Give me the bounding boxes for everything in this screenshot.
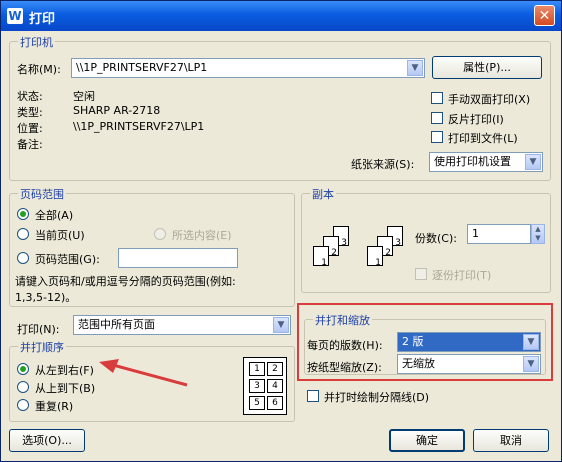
copies-spinner[interactable]: ▲ ▼ — [531, 224, 545, 244]
chevron-down-icon[interactable]: ▼ — [523, 334, 539, 350]
chevron-down-icon[interactable]: ▼ — [525, 154, 541, 170]
pages-per-sheet-select[interactable]: 2 版 ▼ — [397, 332, 541, 352]
order-repeat-label[interactable]: 重复(R) — [35, 398, 73, 414]
order-preview-cell: 4 — [267, 379, 283, 393]
pages-per-sheet-value: 2 版 — [402, 335, 424, 348]
annotation-arrow-shaft — [112, 363, 188, 387]
order-preview-cell: 6 — [267, 396, 283, 410]
type-value: SHARP AR-2718 — [73, 104, 161, 117]
scale-to-paper-label: 按纸型缩放(Z): — [307, 361, 382, 374]
comment-label: 备注: — [17, 138, 43, 151]
order-preview-cell: 2 — [267, 362, 283, 376]
manual-duplex-label[interactable]: 手动双面打印(X) — [448, 91, 530, 107]
print-order-group-label: 并打顺序 — [18, 339, 66, 355]
paper-source-select[interactable]: 使用打印机设置 ▼ — [429, 152, 543, 172]
print-what-value: 范围中所有页面 — [78, 318, 155, 331]
scale-to-paper-select[interactable]: 无缩放 ▼ — [397, 354, 541, 374]
location-label: 位置: — [17, 122, 43, 135]
properties-button[interactable]: 属性(P)... — [432, 56, 542, 79]
collate-page: 1 — [367, 246, 383, 268]
order-preview-cell: 1 — [249, 362, 265, 376]
page-range-hint-line2: 1,3,5-12)。 — [15, 291, 77, 304]
range-pages-radio[interactable] — [17, 252, 29, 264]
order-top-to-bottom-radio[interactable] — [17, 381, 29, 393]
type-label: 类型: — [17, 106, 43, 119]
scale-to-paper-value: 无缩放 — [402, 357, 435, 370]
order-preview-cell: 5 — [249, 396, 265, 410]
paper-source-value: 使用打印机设置 — [434, 155, 511, 168]
printer-group-label: 打印机 — [18, 34, 55, 50]
range-selection-radio — [154, 228, 166, 240]
mirror-print-label[interactable]: 反片打印(I) — [448, 111, 504, 127]
print-to-file-checkbox[interactable] — [431, 131, 443, 143]
chevron-down-icon[interactable]: ▼ — [273, 317, 289, 333]
manual-duplex-checkbox[interactable] — [431, 92, 443, 104]
close-button[interactable]: ✕ — [534, 5, 555, 26]
wps-app-icon: W — [7, 8, 23, 24]
collate-page: 1 — [313, 246, 329, 268]
range-current-radio[interactable] — [17, 228, 29, 240]
location-value: \\1P_PRINTSERVF27\LP1 — [73, 120, 205, 133]
print-dialog: W 打印 ✕ 打印机 名称(M): \\1P_PRINTSERVF27\LP1 … — [0, 0, 562, 462]
spinner-down-icon[interactable]: ▼ — [532, 234, 544, 243]
page-range-hint-line1: 请键入页码和/或用逗号分隔的页码范围(例如: — [15, 275, 236, 288]
print-what-select[interactable]: 范围中所有页面 ▼ — [73, 315, 291, 335]
order-left-to-right-radio[interactable] — [17, 363, 29, 375]
page-range-group-label: 页码范围 — [18, 186, 66, 202]
order-top-to-bottom-label[interactable]: 从上到下(B) — [35, 380, 95, 396]
draw-separator-label[interactable]: 并打时绘制分隔线(D) — [324, 389, 429, 405]
order-repeat-radio[interactable] — [17, 399, 29, 411]
printer-name-select[interactable]: \\1P_PRINTSERVF27\LP1 ▼ — [71, 58, 425, 78]
cancel-button[interactable]: 取消 — [473, 429, 549, 452]
page-range-input[interactable] — [118, 248, 238, 268]
printer-name-label: 名称(M): — [17, 63, 61, 76]
annotation-arrow-icon — [99, 359, 188, 387]
title-bar[interactable]: W 打印 ✕ — [1, 1, 561, 31]
ok-button[interactable]: 确定 — [389, 429, 465, 452]
status-label: 状态: — [17, 90, 43, 103]
copies-group-label: 副本 — [310, 186, 336, 202]
copies-count-input[interactable]: 1 — [467, 224, 531, 244]
collate-stack-icon: 3 2 1 — [367, 226, 413, 276]
paper-source-label: 纸张来源(S): — [351, 158, 415, 171]
window-title: 打印 — [29, 12, 56, 27]
printer-name-value: \\1P_PRINTSERVF27\LP1 — [76, 61, 208, 74]
chevron-down-icon[interactable]: ▼ — [407, 60, 423, 76]
chevron-down-icon[interactable]: ▼ — [523, 356, 539, 372]
close-icon: ✕ — [538, 8, 551, 24]
options-button[interactable]: 选项(O)... — [9, 429, 85, 452]
collate-label: 逐份打印(T) — [432, 269, 492, 282]
print-what-label: 打印(N): — [17, 323, 60, 336]
range-all-radio[interactable] — [17, 208, 29, 220]
annotation-arrow-head — [99, 359, 119, 373]
collate-stack-icon: 3 2 1 — [313, 226, 359, 276]
range-all-label[interactable]: 全部(A) — [35, 207, 73, 223]
zoom-group-label: 并打和缩放 — [313, 312, 372, 328]
range-selection-label: 所选内容(E) — [172, 229, 232, 242]
status-value: 空闲 — [73, 90, 95, 103]
spinner-up-icon[interactable]: ▲ — [532, 225, 544, 234]
draw-separator-checkbox[interactable] — [307, 390, 319, 402]
order-preview-page: 1 2 3 4 5 6 — [243, 357, 287, 415]
range-pages-label[interactable]: 页码范围(G): — [35, 251, 100, 267]
pages-per-sheet-label: 每页的版数(H): — [307, 339, 383, 352]
range-current-label[interactable]: 当前页(U) — [35, 227, 85, 243]
mirror-print-checkbox[interactable] — [431, 112, 443, 124]
order-left-to-right-label[interactable]: 从左到右(F) — [35, 362, 94, 378]
collate-checkbox — [415, 268, 427, 280]
order-preview-cell: 3 — [249, 379, 265, 393]
print-to-file-label[interactable]: 打印到文件(L) — [448, 130, 518, 146]
copies-count-label: 份数(C): — [415, 232, 457, 245]
